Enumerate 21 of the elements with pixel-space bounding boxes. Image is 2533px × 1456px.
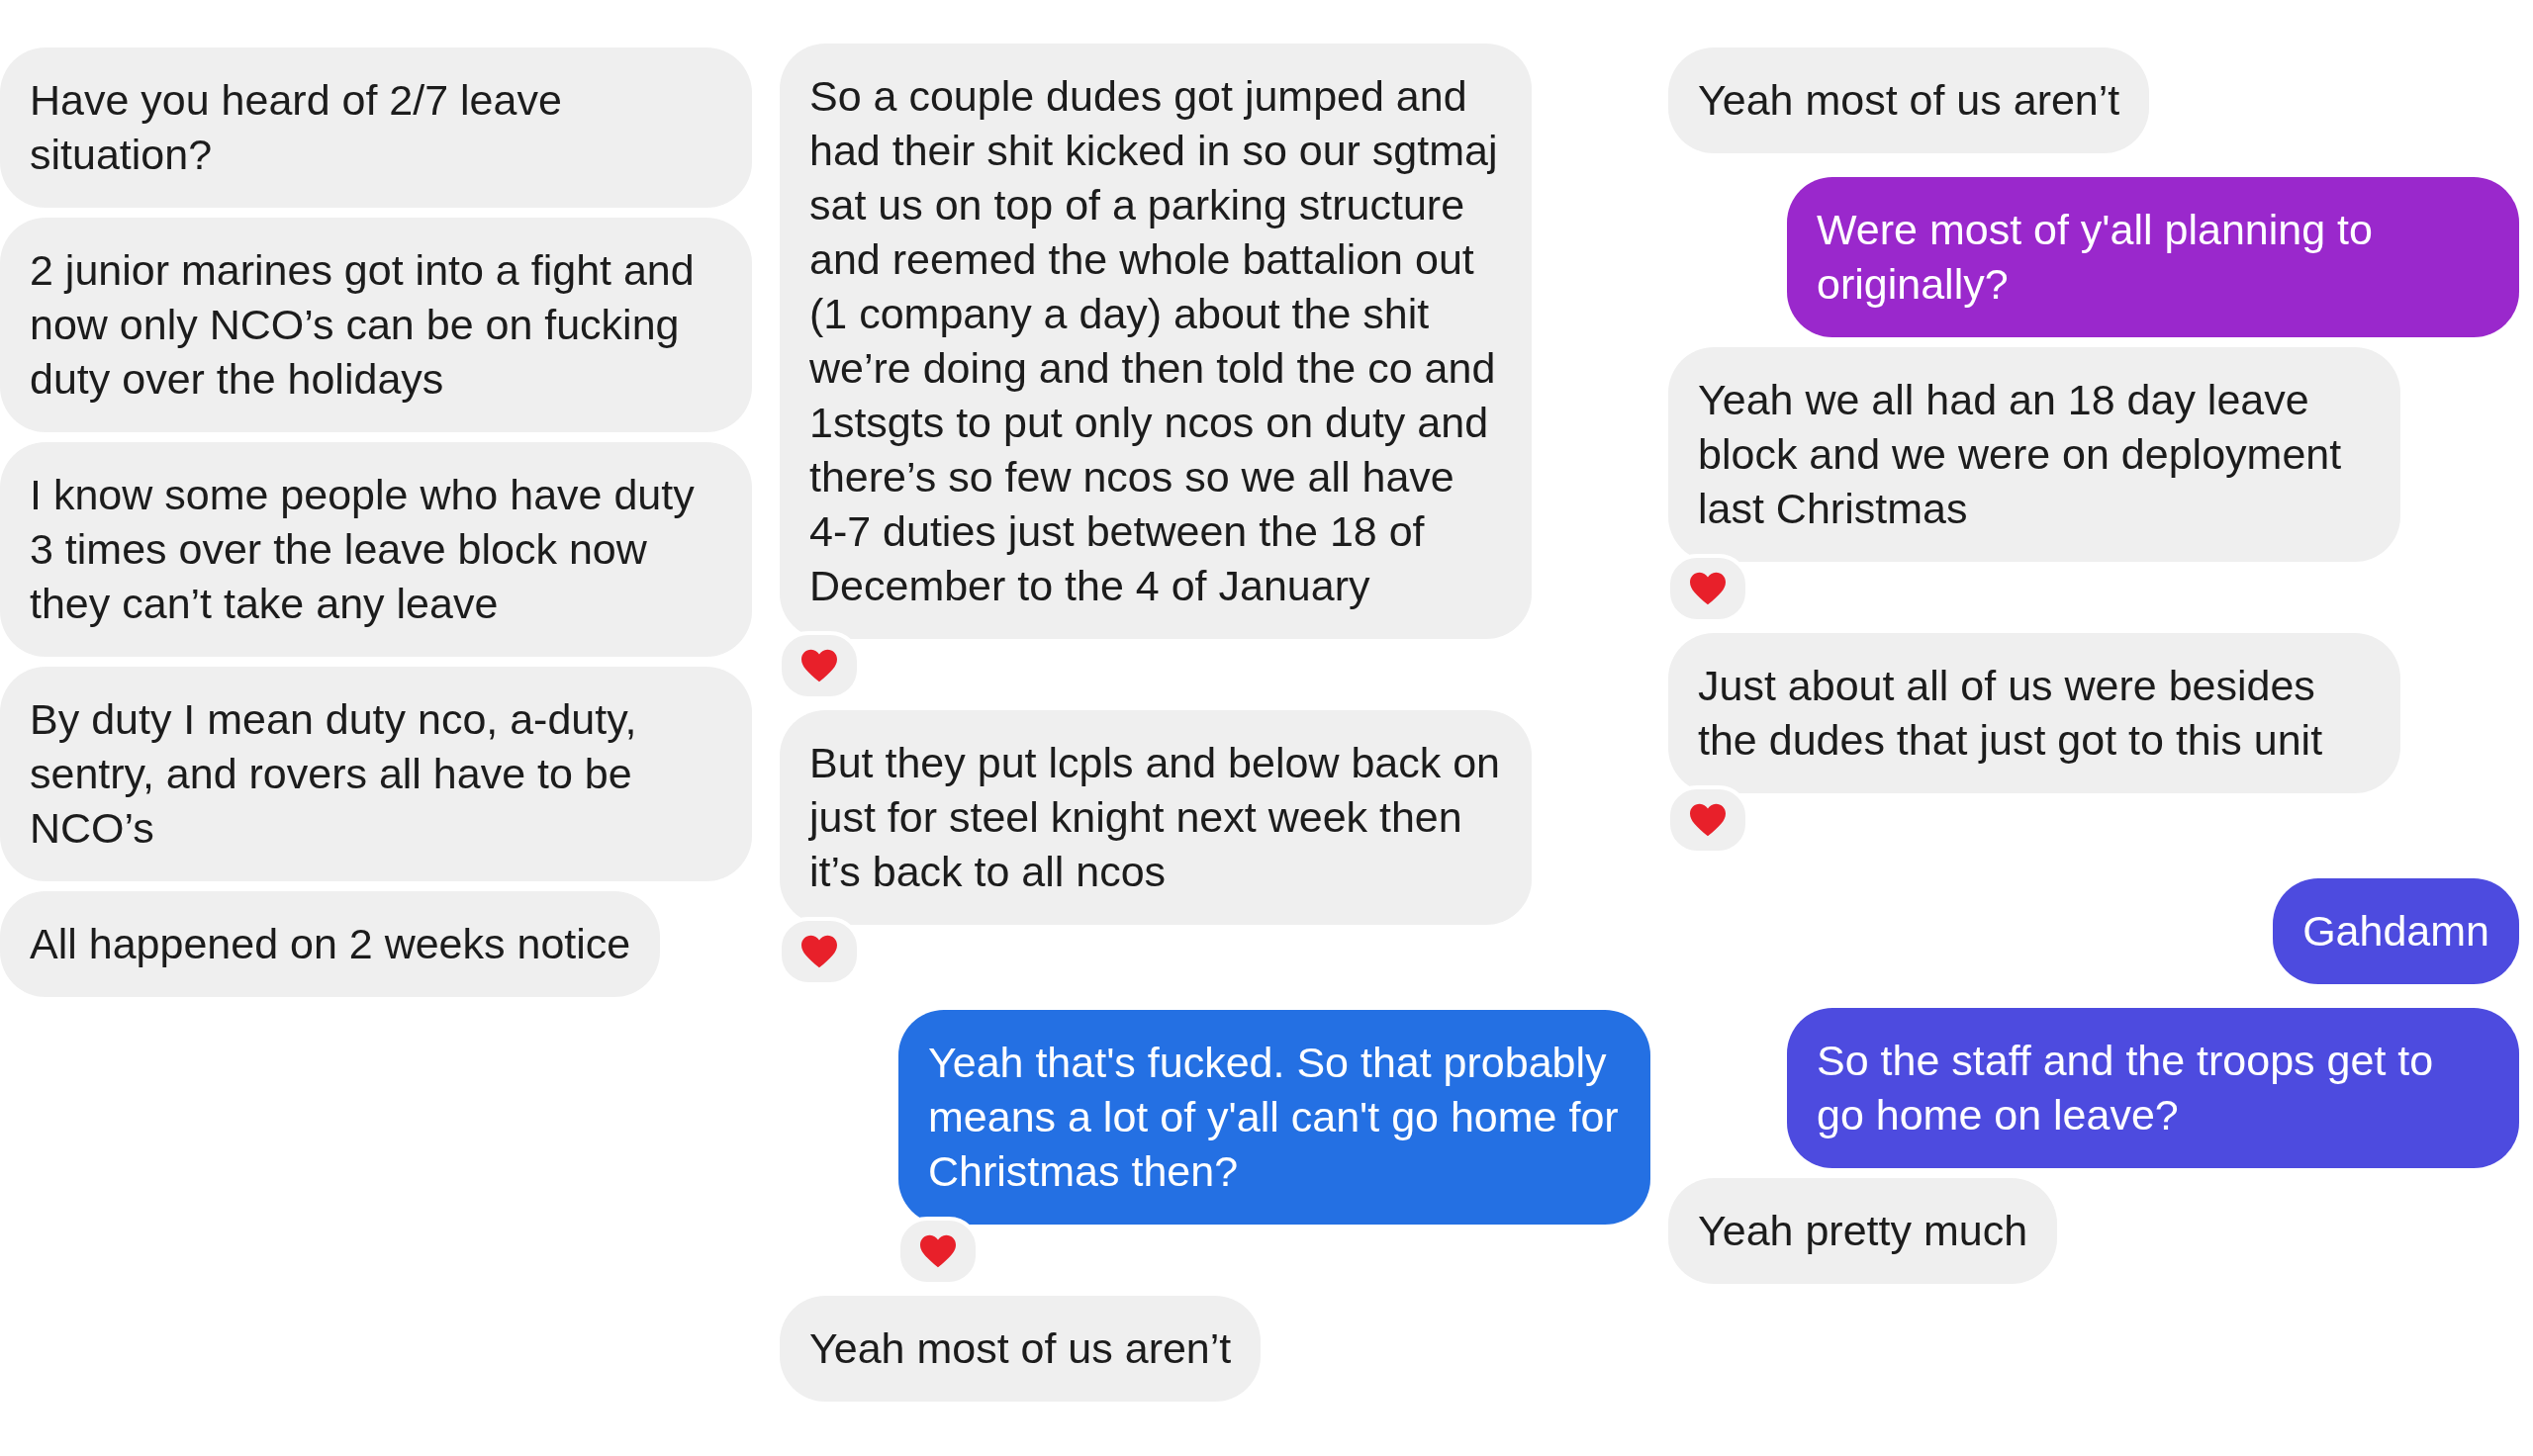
sent-message-bubble: So the staff and the troops get to go home on leave?	[1787, 1008, 2519, 1168]
received-message-bubble: I know some people who have duty 3 times over the leave block now they can’t take any leave	[0, 442, 752, 657]
received-message-bubble: Yeah most of us aren’t	[1668, 47, 2150, 153]
received-message-bubble: Have you heard of 2/7 leave situation?	[0, 47, 752, 208]
heart-icon	[1688, 571, 1728, 606]
heart-icon	[799, 648, 839, 683]
received-message-bubble: All happened on 2 weeks notice	[0, 891, 661, 997]
received-message-bubble: 2 junior marines got into a fight and now only NCO’s can be on fucking duty over the holidays	[0, 218, 752, 432]
received-message-bubble: Yeah we all had an 18 day leave block and we were on deployment last Christmas	[1668, 347, 2400, 562]
received-message-bubble: So a couple dudes got jumped and had their shit kicked in so our sgtmaj sat us on top of a parking structure and reemed the whole battalion out (1 company a day) about the shit we’re doing and then told the co and 1stsgts to put only ncos on duty and there’s so few ncos so we all have 4-7 duties just between the 18 of December to the 4 of January	[780, 44, 1532, 639]
heart-icon	[1688, 802, 1728, 838]
received-message-bubble: Yeah pretty much	[1668, 1178, 2058, 1284]
received-message-bubble: By duty I mean duty nco, a-duty, sentry, and rovers all have to be NCO’s	[0, 667, 752, 881]
sent-message-bubble: Were most of y'all planning to originally?	[1787, 177, 2519, 337]
received-message-bubble: Yeah most of us aren’t	[780, 1296, 1262, 1402]
sent-message-bubble: Yeah that's fucked. So that probably means a lot of y'all can't go home for Christmas then?	[898, 1010, 1650, 1225]
sent-message-bubble: Gahdamn	[2273, 878, 2519, 984]
received-message-bubble: But they put lcpls and below back on just for steel knight next week then it’s back to all ncos	[780, 710, 1532, 925]
heart-icon	[799, 934, 839, 969]
heart-icon	[918, 1233, 958, 1269]
received-message-bubble: Just about all of us were besides the dudes that just got to this unit	[1668, 633, 2400, 793]
